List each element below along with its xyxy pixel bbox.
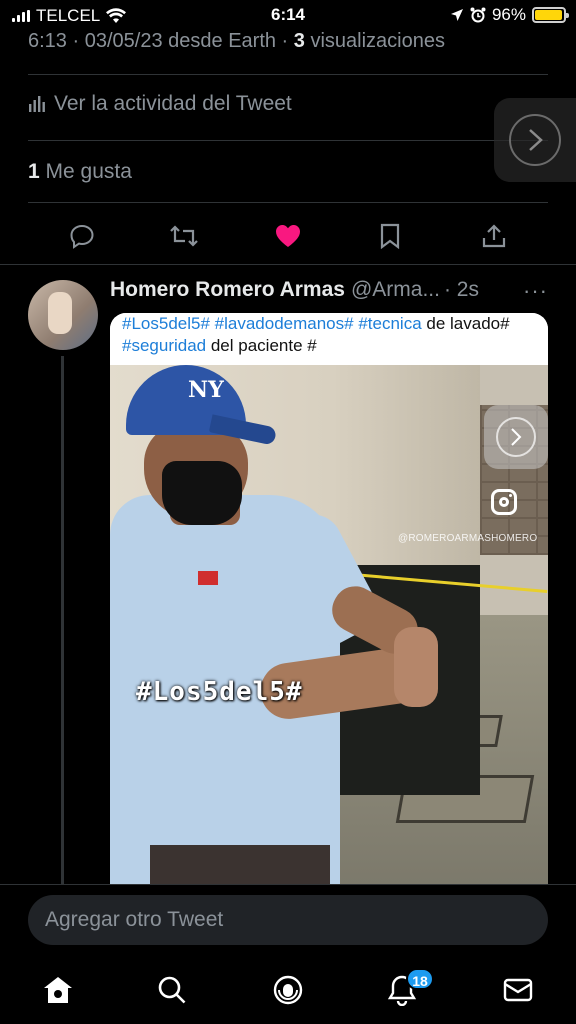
tab-messages[interactable]: [498, 970, 538, 1010]
compose-bar: Agregar otro Tweet: [0, 884, 576, 960]
tab-bar: [0, 960, 576, 1024]
add-tweet-input[interactable]: Agregar otro Tweet: [28, 895, 548, 945]
battery-percent: 96%: [491, 5, 526, 24]
tweet-activity-link[interactable]: Ver la actividad del Tweet: [28, 92, 292, 116]
heart-filled-icon: [276, 225, 300, 247]
tweet-date: 03/05/23: [84, 30, 163, 52]
battery-icon: [532, 7, 569, 23]
tweet-meta: 6:13 · 03/05/23 desde Earth · 3 visualiz…: [28, 30, 445, 52]
analytics-icon: [29, 96, 45, 112]
divider: [28, 202, 548, 203]
hashtag-link[interactable]: #seguridad: [122, 336, 206, 355]
search-icon: [158, 976, 186, 1004]
share-icon: [482, 224, 506, 248]
avatar[interactable]: [28, 280, 98, 350]
hashtag-link[interactable]: #lavadodemanos#: [215, 314, 354, 333]
hashtag-link[interactable]: #Los5del5#: [122, 314, 210, 333]
tab-home[interactable]: [38, 970, 78, 1010]
retweet-icon: [170, 225, 198, 247]
retweet-button[interactable]: [164, 216, 204, 256]
likes-summary[interactable]: 1 Me gusta: [28, 160, 132, 184]
home-icon: [44, 977, 72, 1003]
tweet-source: desde Earth: [168, 30, 276, 52]
reply-icon: [70, 224, 94, 249]
caption-text: de lavado#: [421, 314, 510, 333]
reply-header: Homero Romero Armas @Arma... · 2s: [110, 278, 479, 302]
share-button[interactable]: [474, 216, 514, 256]
tab-search[interactable]: [152, 970, 192, 1010]
bookmark-icon: [380, 223, 400, 249]
chevron-right-icon: [529, 129, 543, 151]
more-options-button[interactable]: ···: [523, 278, 548, 304]
views-label: visualizaciones: [310, 30, 445, 52]
video-overlay-text: #Los5del5#: [136, 677, 303, 707]
spaces-icon: [273, 975, 303, 1005]
status-bar: TELCEL 6:14 96%: [0, 0, 576, 30]
divider: [0, 264, 576, 265]
tweet-actions: [0, 216, 576, 256]
instagram-icon: [491, 489, 517, 515]
thread-line: [61, 356, 64, 886]
like-button[interactable]: [268, 216, 308, 256]
divider: [28, 140, 548, 141]
bookmark-button[interactable]: [370, 216, 410, 256]
video-frame[interactable]: NY #Los5del5# @ROMEROARMASHOMERO: [110, 365, 548, 885]
author-name[interactable]: Homero Romero Armas: [110, 278, 345, 302]
instagram-handle: @ROMEROARMASHOMERO: [398, 533, 538, 544]
caption-text: del paciente #: [206, 336, 317, 355]
reply-button[interactable]: [62, 216, 102, 256]
hashtag-link[interactable]: #tecnica: [358, 314, 421, 333]
likes-label: Me gusta: [45, 160, 132, 183]
alarm-icon: [470, 7, 486, 23]
divider: [28, 74, 548, 75]
tab-spaces[interactable]: [268, 970, 308, 1010]
author-handle[interactable]: @Arma...: [351, 278, 440, 302]
media-next-button[interactable]: [484, 405, 548, 469]
next-video-button[interactable]: [494, 98, 576, 182]
video-person: NY: [110, 365, 440, 885]
tweet-time: 6:13: [28, 30, 67, 52]
views-count: 3: [293, 30, 305, 52]
reply-age: · 2s: [443, 278, 479, 301]
activity-label: Ver la actividad del Tweet: [54, 92, 292, 115]
likes-count: 1: [28, 160, 40, 183]
messages-icon: [503, 978, 533, 1002]
notifications-badge: 18: [406, 968, 434, 990]
location-icon: [450, 9, 463, 21]
chevron-right-icon: [511, 428, 522, 446]
media-card[interactable]: #Los5del5# #lavadodemanos# #tecnica de l…: [110, 313, 548, 885]
video-caption: #Los5del5# #lavadodemanos# #tecnica de l…: [110, 313, 548, 365]
